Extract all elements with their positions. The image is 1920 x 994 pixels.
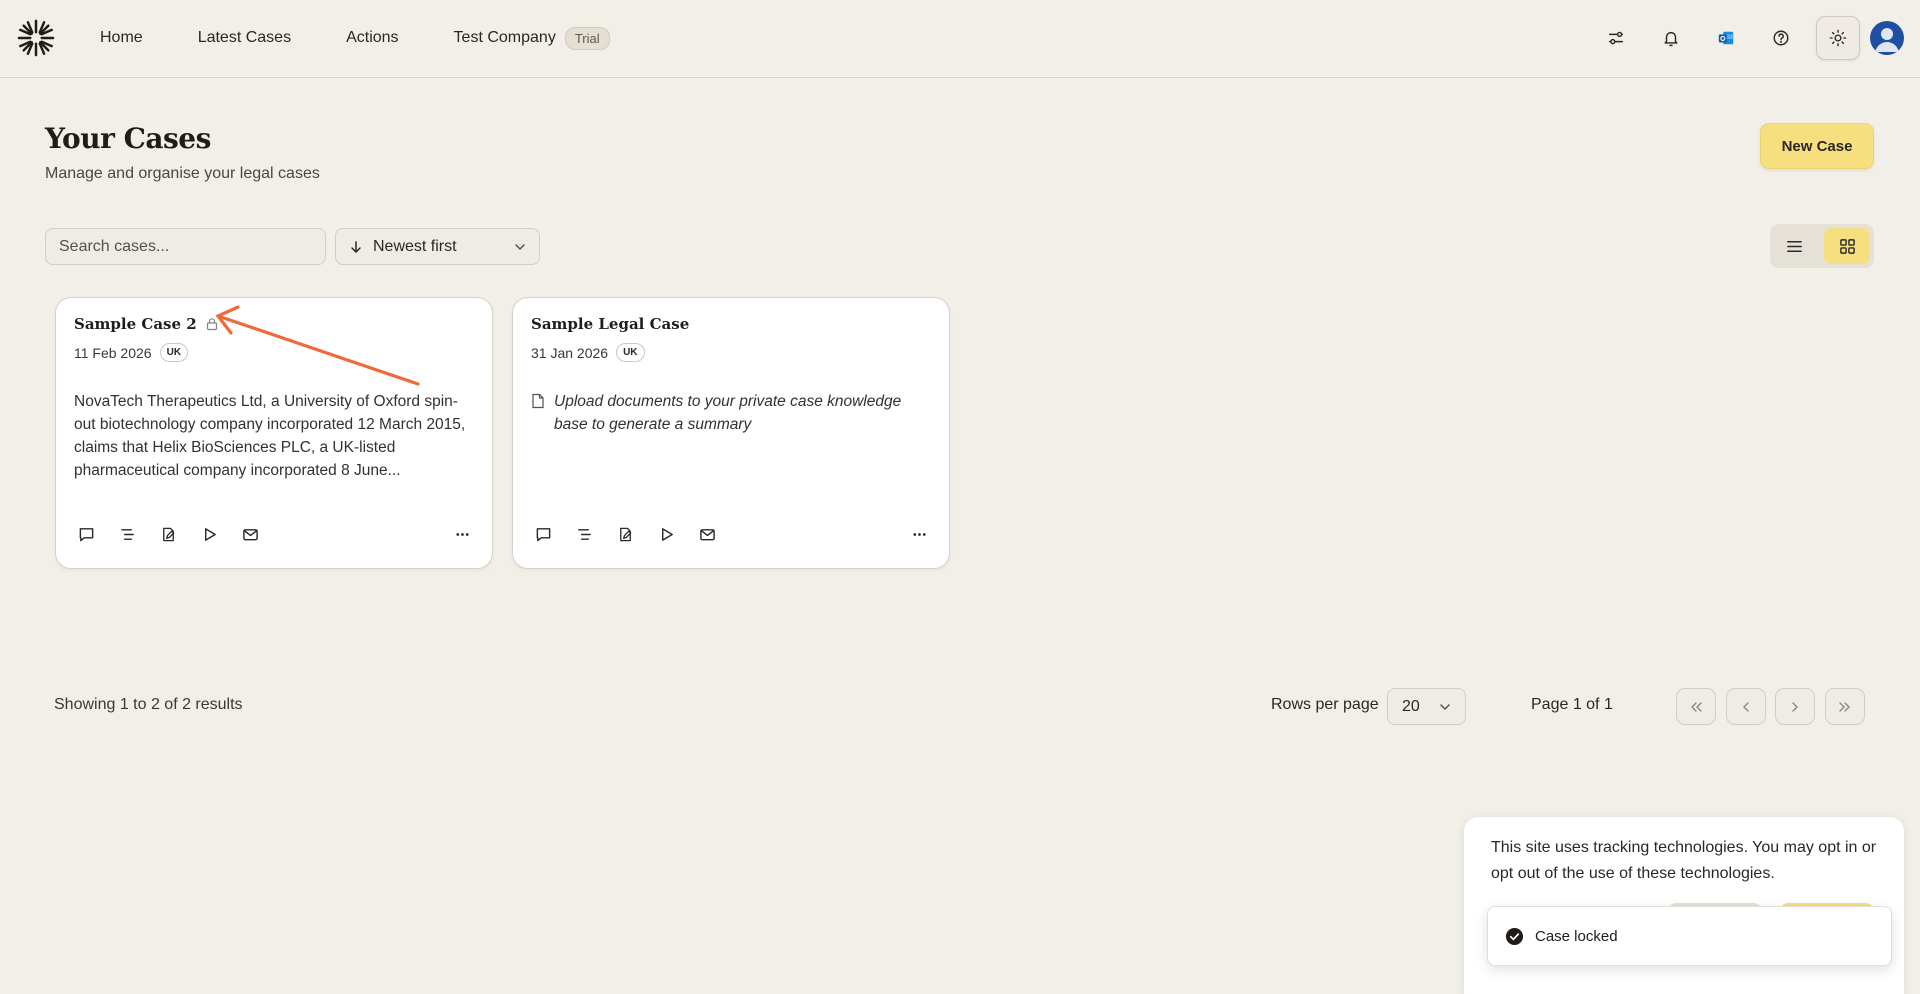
nav-latest-cases[interactable]: Latest Cases	[198, 29, 291, 47]
email-icon[interactable]	[238, 522, 262, 546]
chat-icon[interactable]	[531, 522, 555, 546]
rows-per-page-label: Rows per page	[1271, 696, 1379, 713]
case-card[interactable]: Sample Case 2 11 Feb 2026 UK NovaTech Th…	[55, 297, 493, 569]
more-icon[interactable]	[907, 522, 931, 546]
chevron-left-icon	[1743, 701, 1749, 712]
previous-page-button[interactable]	[1726, 688, 1766, 725]
page-subtitle: Manage and organise your legal cases	[45, 165, 320, 182]
chevron-right-icon	[1792, 701, 1798, 712]
case-actions	[74, 522, 474, 546]
play-icon[interactable]	[197, 522, 221, 546]
case-summary: Upload documents to your private case kn…	[554, 393, 902, 433]
case-summary: NovaTech Therapeutics Ltd, a University …	[74, 393, 466, 479]
last-page-button[interactable]	[1825, 688, 1865, 725]
trial-badge: Trial	[564, 26, 610, 50]
outline-icon[interactable]	[115, 522, 139, 546]
bell-icon[interactable]	[1659, 26, 1683, 50]
toast-notification: Case locked	[1487, 906, 1892, 966]
case-date: 31 Jan 2026	[531, 344, 609, 361]
case-title[interactable]: Sample Case 2	[74, 315, 197, 333]
new-case-button[interactable]: New Case	[1760, 123, 1874, 169]
lock-icon	[206, 318, 217, 331]
outlook-icon[interactable]	[1714, 26, 1738, 50]
theme-toggle-button[interactable]	[1816, 16, 1860, 60]
filters-icon[interactable]	[1604, 26, 1628, 50]
sort-select[interactable]: Newest first	[335, 228, 540, 265]
email-icon[interactable]	[695, 522, 719, 546]
sun-icon	[1829, 29, 1847, 47]
case-date: 11 Feb 2026	[74, 344, 152, 361]
next-page-button[interactable]	[1775, 688, 1815, 725]
nav-actions[interactable]: Actions	[346, 29, 398, 47]
main-nav: Home Latest Cases Actions Test Company T…	[100, 0, 610, 76]
sort-label: Newest first	[373, 237, 457, 255]
cookie-text: This site uses tracking technologies. Yo…	[1491, 839, 1877, 882]
grid-icon	[1839, 238, 1855, 254]
case-title-row: Sample Case 2	[74, 315, 219, 333]
case-title-row: Sample Legal Case	[531, 315, 689, 333]
nav-company[interactable]: Test Company Trial	[453, 26, 610, 50]
chevron-down-icon	[1440, 703, 1450, 710]
logo-icon[interactable]	[17, 19, 55, 57]
search-input[interactable]	[45, 228, 326, 265]
case-meta: 11 Feb 2026 UK	[74, 343, 189, 362]
outline-icon[interactable]	[572, 522, 596, 546]
first-page-button[interactable]	[1676, 688, 1716, 725]
rows-per-page-select[interactable]: 20	[1387, 688, 1466, 725]
case-actions	[531, 522, 931, 546]
view-mode-toggle	[1770, 224, 1874, 268]
company-name: Test Company	[453, 29, 556, 46]
jurisdiction-badge: UK	[159, 343, 189, 362]
page-title: Your Cases	[45, 122, 211, 155]
summary-placeholder: Upload documents to your private case kn…	[531, 390, 936, 436]
chat-icon[interactable]	[74, 522, 98, 546]
rows-per-page-value: 20	[1402, 697, 1420, 715]
document-icon	[532, 393, 544, 409]
arrow-down-icon	[351, 240, 361, 253]
check-circle-icon	[1505, 927, 1524, 945]
grid-view-button[interactable]	[1824, 228, 1870, 264]
case-title[interactable]: Sample Legal Case	[531, 315, 689, 333]
draft-icon[interactable]	[156, 522, 180, 546]
nav-home[interactable]: Home	[100, 29, 143, 47]
toast-message: Case locked	[1535, 927, 1618, 945]
help-icon[interactable]	[1769, 26, 1793, 50]
more-icon[interactable]	[450, 522, 474, 546]
list-icon	[1786, 240, 1802, 252]
page-indicator: Page 1 of 1	[1531, 696, 1613, 713]
chevron-down-icon	[515, 243, 525, 250]
results-count: Showing 1 to 2 of 2 results	[54, 696, 243, 713]
draft-icon[interactable]	[613, 522, 637, 546]
chevrons-left-icon	[1691, 701, 1702, 712]
avatar[interactable]	[1870, 21, 1904, 55]
chevrons-right-icon	[1839, 701, 1850, 712]
jurisdiction-badge: UK	[616, 343, 645, 362]
case-card[interactable]: Sample Legal Case 31 Jan 2026 UK Upload …	[512, 297, 950, 569]
case-meta: 31 Jan 2026 UK	[531, 343, 645, 362]
play-icon[interactable]	[654, 522, 678, 546]
top-navigation-bar: Home Latest Cases Actions Test Company T…	[0, 0, 1920, 78]
list-view-button[interactable]	[1782, 234, 1806, 258]
